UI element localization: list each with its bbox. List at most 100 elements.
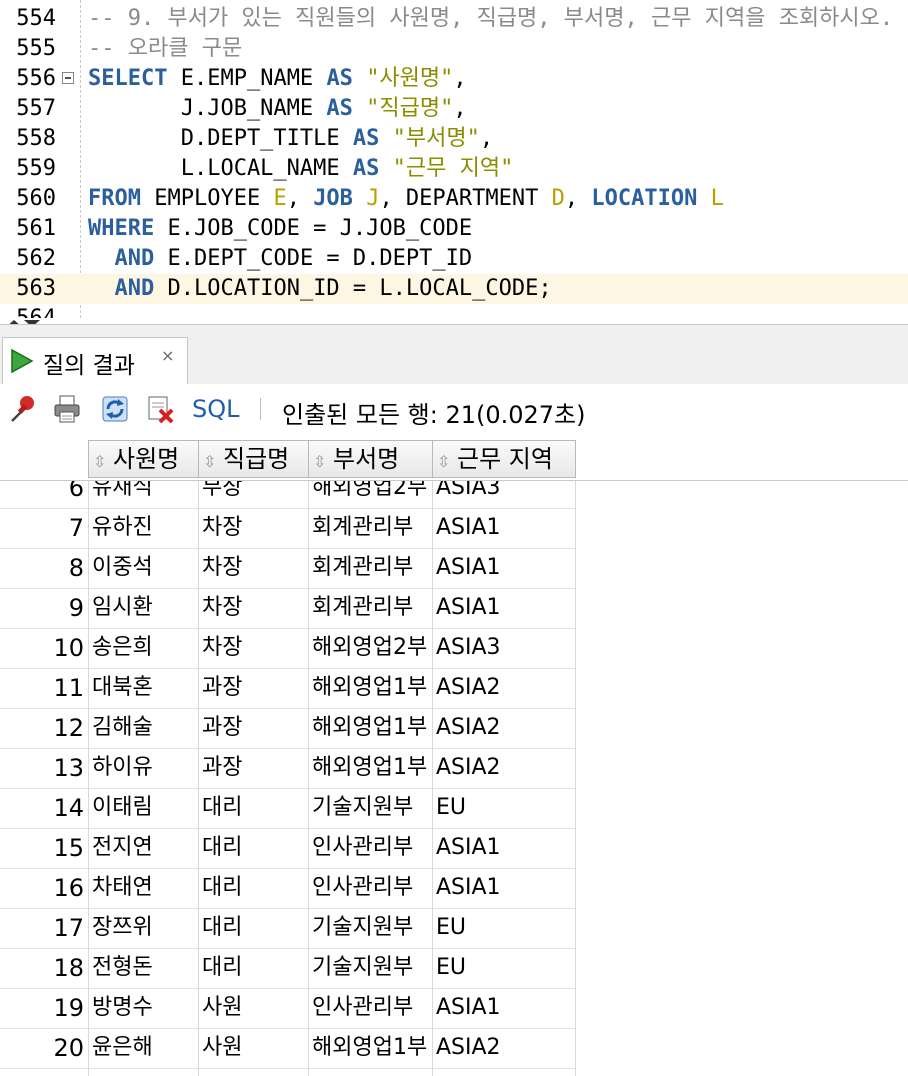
editor-line[interactable]: 556 SELECT E.EMP_NAME AS "사원명", (0, 64, 908, 94)
table-row[interactable]: 10 송은희 차장 해외영업2부 ASIA3 (0, 628, 576, 669)
table-cell[interactable]: 방명수 (92, 988, 198, 1028)
table-cell[interactable]: 하이유 (92, 748, 198, 788)
table-cell[interactable]: 과장 (202, 748, 308, 788)
table-cell[interactable]: ASIA1 (436, 828, 576, 868)
table-row[interactable]: 15 전지연 대리 인사관리부 ASIA1 (0, 828, 576, 869)
table-row[interactable]: 14 이태림 대리 기술지원부 EU (0, 788, 576, 829)
table-row[interactable]: 17 장쯔위 대리 기술지원부 EU (0, 908, 576, 949)
column-header-dept-title[interactable]: ⇳ 부서명 (308, 440, 433, 478)
table-row[interactable]: 20 윤은해 사원 해외영업1부 ASIA2 (0, 1028, 576, 1069)
table-cell[interactable]: 임시환 (92, 588, 198, 628)
table-row[interactable]: 16 차태연 대리 인사관리부 ASIA1 (0, 868, 576, 909)
editor-line[interactable]: 561 WHERE E.JOB_CODE = J.JOB_CODE (0, 214, 908, 244)
table-row[interactable]: 19 방명수 사원 인사관리부 ASIA1 (0, 988, 576, 1029)
sql-editor[interactable]: 554 -- 9. 부서가 있는 직원들의 사원명, 직급명, 부서명, 근무 지… (0, 0, 908, 318)
table-cell[interactable]: 해외영업1부 (312, 668, 432, 708)
table-cell[interactable]: 차장 (202, 588, 308, 628)
editor-line[interactable]: 558 D.DEPT_TITLE AS "부서명", (0, 124, 908, 154)
table-cell[interactable]: 차장 (202, 628, 308, 668)
code-token: , DEPARTMENT (379, 186, 552, 211)
table-cell[interactable]: 해외영업1부 (312, 1028, 432, 1068)
tab-close-icon[interactable]: × (161, 346, 174, 365)
table-cell[interactable]: 해외영업1부 (312, 708, 432, 748)
pin-icon[interactable] (8, 394, 38, 424)
table-cell[interactable]: 과장 (202, 668, 308, 708)
editor-line[interactable]: 557 J.JOB_NAME AS "직급명", (0, 94, 908, 124)
table-cell[interactable]: ASIA2 (436, 708, 576, 748)
row-number: 16 (53, 874, 84, 902)
table-cell[interactable]: 해외영업1부 (312, 748, 432, 788)
table-cell[interactable]: 대리 (202, 868, 308, 908)
editor-line-current[interactable]: 563 AND D.LOCATION_ID = L.LOCAL_CODE; (0, 274, 908, 304)
table-cell[interactable]: 전형돈 (92, 948, 198, 988)
table-cell[interactable]: 대리 (202, 828, 308, 868)
table-row[interactable]: 7 유하진 차장 회계관리부 ASIA1 (0, 508, 576, 549)
table-cell[interactable]: 차태연 (92, 868, 198, 908)
table-cell[interactable]: 회계관리부 (312, 508, 432, 548)
table-row[interactable]: 8 이중석 차장 회계관리부 ASIA1 (0, 548, 576, 589)
result-grid[interactable]: 6 유재식 부장 해외영업2부 ASIA3 7 유하진 차장 회계관리부 ASIA1 8 이중석 차장 회… (0, 436, 908, 1076)
table-cell[interactable]: 대리 (202, 788, 308, 828)
table-cell[interactable]: 기술지원부 (312, 788, 432, 828)
table-row[interactable]: 18 전형돈 대리 기술지원부 EU (0, 948, 576, 989)
table-row[interactable]: 9 임시환 차장 회계관리부 ASIA1 (0, 588, 576, 629)
fold-collapse-icon[interactable] (62, 72, 74, 84)
row-number: 9 (68, 594, 84, 622)
editor-line[interactable]: 560 FROM EMPLOYEE E, JOB J, DEPARTMENT D,… (0, 184, 908, 214)
editor-line[interactable]: 559 L.LOCAL_NAME AS "근무 지역" (0, 154, 908, 184)
table-cell[interactable]: 회계관리부 (312, 548, 432, 588)
table-cell[interactable]: 기술지원부 (312, 948, 432, 988)
table-cell[interactable]: 김해술 (92, 708, 198, 748)
table-cell[interactable]: EU (436, 908, 576, 948)
table-cell[interactable]: 기술지원부 (312, 908, 432, 948)
column-header-emp-name[interactable]: ⇳ 사원명 (88, 440, 199, 478)
table-cell[interactable]: 해외영업2부 (312, 628, 432, 668)
table-cell[interactable]: 대리 (202, 948, 308, 988)
tab-query-result[interactable]: 질의 결과 × (2, 337, 188, 384)
table-row[interactable]: 11 대북혼 과장 해외영업1부 ASIA2 (0, 668, 576, 709)
table-cell[interactable]: 인사관리부 (312, 988, 432, 1028)
table-cell[interactable]: ASIA3 (436, 628, 576, 668)
table-cell[interactable]: ASIA1 (436, 868, 576, 908)
table-cell[interactable]: 과장 (202, 708, 308, 748)
table-cell[interactable]: EU (436, 788, 576, 828)
table-cell[interactable]: EU (436, 948, 576, 988)
table-cell[interactable]: 회계관리부 (312, 588, 432, 628)
table-cell[interactable]: ASIA1 (436, 588, 576, 628)
table-cell[interactable]: 사원 (202, 1028, 308, 1068)
column-header-job-name[interactable]: ⇳ 직급명 (198, 440, 309, 478)
table-cell[interactable]: ASIA2 (436, 1028, 576, 1068)
code-token: AND (114, 276, 155, 301)
table-row[interactable]: 13 하이유 과장 해외영업1부 ASIA2 (0, 748, 576, 789)
table-cell[interactable]: 전지연 (92, 828, 198, 868)
table-cell[interactable]: 대북혼 (92, 668, 198, 708)
editor-line[interactable]: 564 (0, 304, 908, 318)
table-cell[interactable]: 차장 (202, 548, 308, 588)
editor-line[interactable]: 562 AND E.DEPT_CODE = D.DEPT_ID (0, 244, 908, 274)
table-cell[interactable]: 유하진 (92, 508, 198, 548)
table-row[interactable]: 12 김해술 과장 해외영업1부 ASIA2 (0, 708, 576, 749)
table-cell[interactable]: 윤은해 (92, 1028, 198, 1068)
table-cell[interactable]: ASIA1 (436, 988, 576, 1028)
column-header-local-name[interactable]: ⇳ 근무 지역 (432, 440, 576, 478)
table-cell[interactable]: 대리 (202, 908, 308, 948)
table-cell[interactable]: ASIA1 (436, 508, 576, 548)
sql-button[interactable]: SQL (192, 395, 240, 423)
table-cell[interactable]: 이태림 (92, 788, 198, 828)
editor-line[interactable]: 555 -- 오라클 구문 (0, 34, 908, 64)
table-cell[interactable]: ASIA2 (436, 748, 576, 788)
cancel-query-icon[interactable] (146, 394, 176, 424)
table-cell[interactable]: 이중석 (92, 548, 198, 588)
refresh-icon[interactable] (100, 394, 130, 424)
table-cell[interactable]: 송은희 (92, 628, 198, 668)
table-cell[interactable]: 사원 (202, 988, 308, 1028)
table-cell[interactable]: 인사관리부 (312, 868, 432, 908)
table-cell[interactable]: ASIA2 (436, 668, 576, 708)
editor-line[interactable]: 554 -- 9. 부서가 있는 직원들의 사원명, 직급명, 부서명, 근무 지… (0, 4, 908, 34)
table-cell[interactable]: ASIA1 (436, 548, 576, 588)
table-cell[interactable]: 장쯔위 (92, 908, 198, 948)
toolbar-divider (260, 398, 261, 420)
table-cell[interactable]: 차장 (202, 508, 308, 548)
table-cell[interactable]: 인사관리부 (312, 828, 432, 868)
print-icon[interactable] (52, 394, 82, 424)
